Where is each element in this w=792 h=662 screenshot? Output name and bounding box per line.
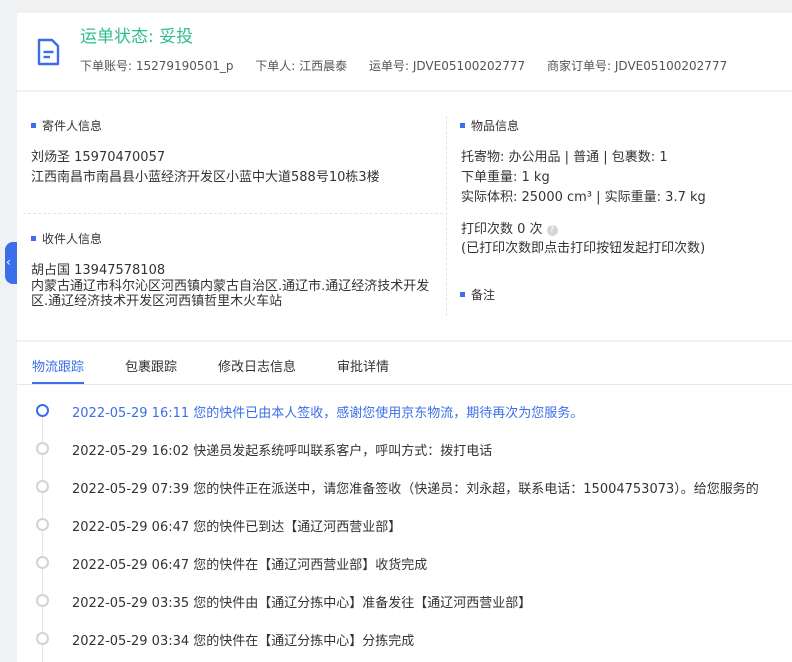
timeline-dot-icon bbox=[36, 594, 49, 607]
waybill-meta: 下单账号: 15279190501_p 下单人: 江西晨泰 运单号: JDVE0… bbox=[80, 57, 745, 74]
timeline-dot-icon bbox=[36, 442, 49, 455]
waybill-number: 运单号: JDVE05100202777 bbox=[368, 59, 526, 73]
order-account: 下单账号: 15279190501_p bbox=[80, 59, 234, 73]
print-count-label: 打印次数 0 次 bbox=[461, 222, 543, 237]
timeline-text: 2022-05-29 06:47 您的快件已到达【通辽河西营业部】 bbox=[72, 520, 402, 535]
remark-section-title: 备注 bbox=[460, 286, 495, 303]
tab-package-tracking[interactable]: 包裹跟踪 bbox=[125, 356, 177, 386]
receiver-section-title: 收件人信息 bbox=[31, 230, 102, 247]
waybill-status-title: 运单状态: 妥投 bbox=[80, 27, 194, 47]
orderer: 下单人: 江西晨泰 bbox=[255, 59, 348, 73]
goods-type-count: 托寄物: 办公用品 | 普通 | 包裹数: 1 bbox=[461, 150, 668, 165]
timeline-text: 2022-05-29 07:39 您的快件正在派送中，请您准备签收（快递员：刘永… bbox=[72, 482, 759, 497]
sender-section-title: 寄件人信息 bbox=[31, 117, 102, 134]
goods-section-title: 物品信息 bbox=[460, 117, 519, 134]
merchant-order-number: 商家订单号: JDVE05100202777 bbox=[547, 59, 728, 73]
print-count: 打印次数 0 次? bbox=[461, 218, 558, 237]
receiver-address: 内蒙古通辽市科尔沁区河西镇内蒙古自治区.通辽市.通辽经济技术开发区.通辽经济技术… bbox=[31, 279, 430, 309]
tab-logistics-tracking[interactable]: 物流跟踪 bbox=[32, 356, 85, 386]
order-weight: 下单重量: 1 kg bbox=[461, 170, 550, 185]
divider bbox=[23, 213, 443, 214]
timeline-dot-icon bbox=[36, 556, 49, 569]
tab-change-log[interactable]: 修改日志信息 bbox=[218, 356, 296, 386]
chevron-left-icon: ‹ bbox=[6, 255, 11, 269]
print-count-note: (已打印次数即点击打印按钮发起打印次数) bbox=[461, 241, 706, 256]
timeline-text: 2022-05-29 03:35 您的快件由【通辽分拣中心】准备发往【通辽河西营… bbox=[72, 596, 532, 611]
timeline-text: 2022-05-29 06:47 您的快件在【通辽河西营业部】收货完成 bbox=[72, 558, 428, 573]
timeline-dot-icon bbox=[36, 404, 49, 417]
document-icon bbox=[37, 38, 60, 66]
waybill-info-panel: 寄件人信息 刘炀圣 15970470057 江西南昌市南昌县小蓝经济开发区小蓝中… bbox=[17, 92, 792, 340]
divider bbox=[446, 116, 447, 316]
sidebar-collapse-button[interactable]: ‹ bbox=[5, 242, 17, 284]
tab-approval-details[interactable]: 审批详情 bbox=[337, 356, 389, 386]
sender-name-phone: 刘炀圣 15970470057 bbox=[31, 150, 166, 165]
sender-address: 江西南昌市南昌县小蓝经济开发区小蓝中大道588号10栋3楼 bbox=[31, 170, 380, 185]
tracking-panel: 物流跟踪 包裹跟踪 修改日志信息 审批详情 2022-05-29 16:11 您… bbox=[17, 342, 792, 662]
waybill-header: 运单状态: 妥投 下单账号: 15279190501_p 下单人: 江西晨泰 运… bbox=[17, 13, 792, 90]
timeline-text: 2022-05-29 16:11 您的快件已由本人签收，感谢您使用京东物流，期待… bbox=[72, 406, 584, 421]
tab-divider bbox=[17, 384, 792, 385]
timeline-dot-icon bbox=[36, 632, 49, 645]
receiver-name-phone: 胡占国 13947578108 bbox=[31, 263, 166, 278]
timeline-text: 2022-05-29 03:34 您的快件在【通辽分拣中心】分拣完成 bbox=[72, 634, 415, 649]
timeline-text: 2022-05-29 16:02 快递员发起系统呼叫联系客户，呼叫方式：拨打电话 bbox=[72, 444, 493, 459]
timeline-dot-icon bbox=[36, 480, 49, 493]
timeline-dot-icon bbox=[36, 518, 49, 531]
tracking-tabs: 物流跟踪 包裹跟踪 修改日志信息 审批详情 bbox=[32, 356, 430, 386]
help-circle-icon[interactable]: ? bbox=[546, 225, 558, 236]
volume-actual-weight: 实际体积: 25000 cm³ | 实际重量: 3.7 kg bbox=[461, 190, 706, 205]
